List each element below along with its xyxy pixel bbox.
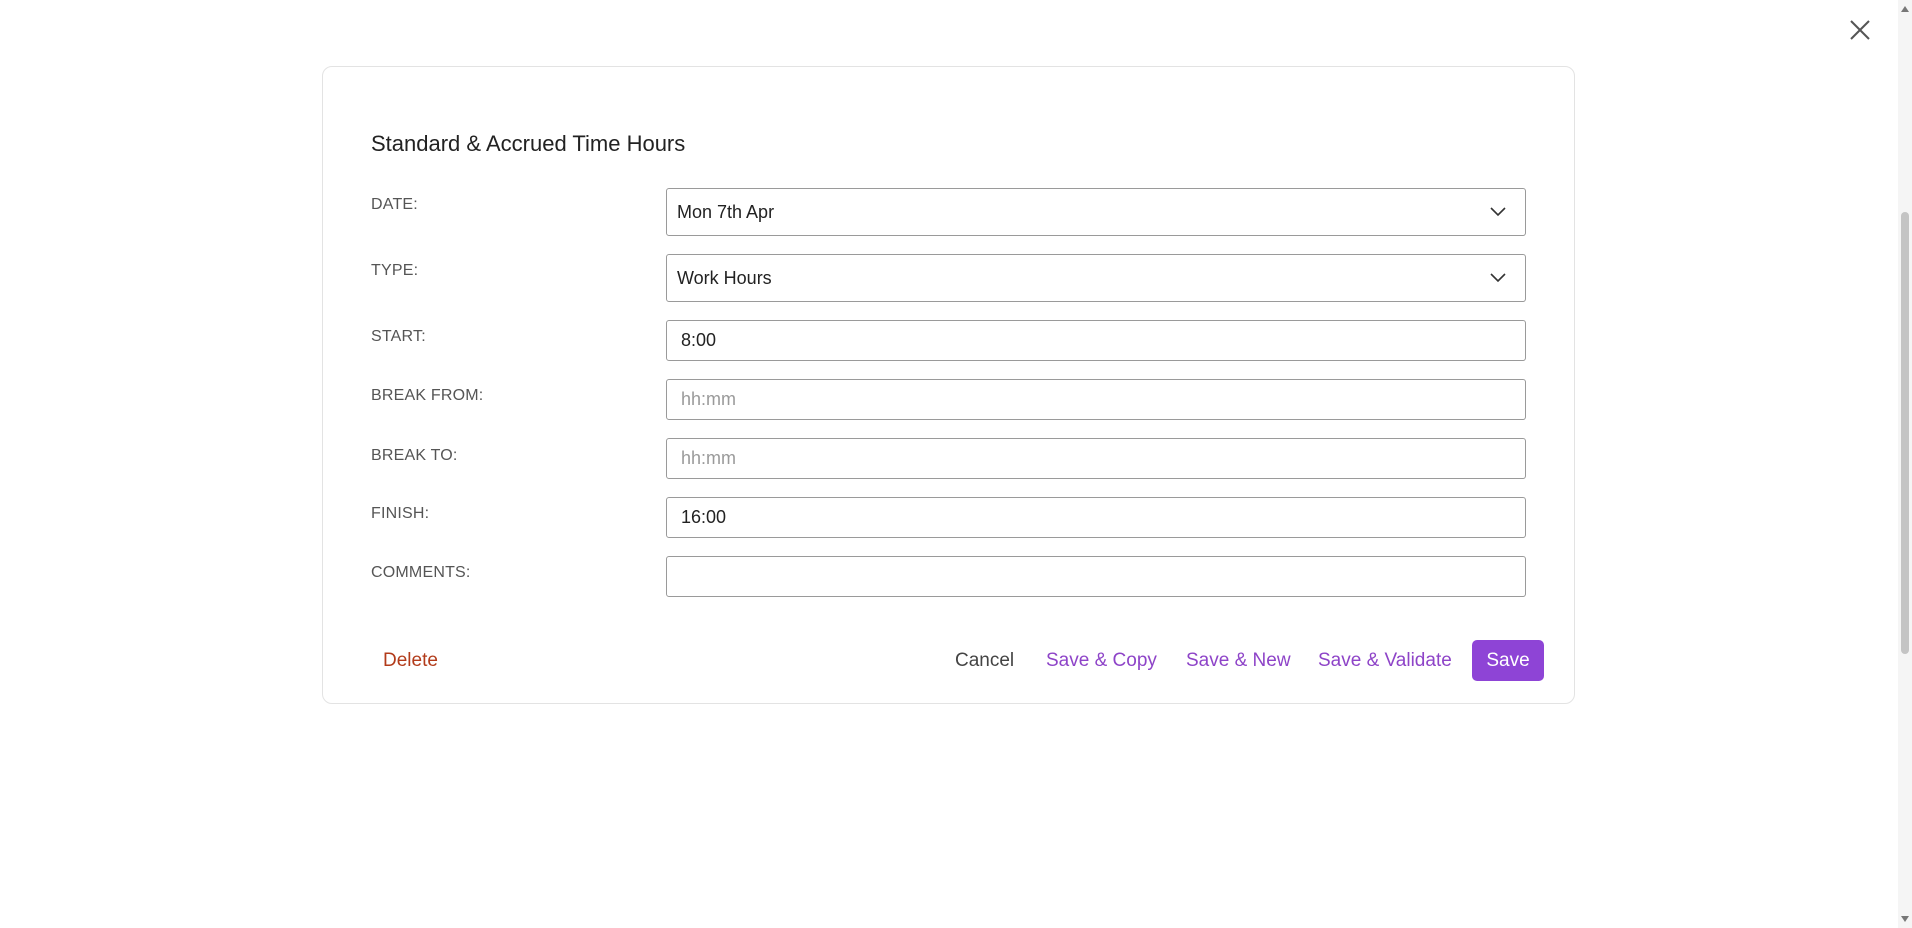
break-from-input[interactable] — [666, 379, 1526, 420]
break-to-input[interactable] — [666, 438, 1526, 479]
comments-input[interactable] — [666, 556, 1526, 597]
type-value: Work Hours — [677, 267, 772, 288]
scroll-up-icon[interactable] — [1900, 4, 1910, 14]
page-scrollbar[interactable] — [1898, 0, 1912, 928]
finish-input[interactable] — [666, 497, 1526, 538]
dialog-footer: Delete Cancel Save & Copy Save & New Sav… — [323, 640, 1574, 682]
scroll-thumb[interactable] — [1901, 212, 1909, 654]
dialog-title: Standard & Accrued Time Hours — [371, 131, 686, 156]
dialog-page: Standard & Accrued Time Hours DATE: Mon … — [0, 0, 1912, 928]
comments-row: COMMENTS: — [371, 556, 1526, 604]
close-icon[interactable] — [1848, 18, 1872, 42]
break-from-row: BREAK FROM: — [371, 379, 1526, 427]
finish-row: FINISH: — [371, 497, 1526, 545]
save-button[interactable]: Save — [1472, 640, 1544, 681]
chevron-down-icon — [1490, 273, 1506, 283]
save-copy-button[interactable]: Save & Copy — [1046, 640, 1157, 682]
start-row: START: — [371, 320, 1526, 368]
break-to-label: BREAK TO: — [371, 447, 458, 464]
start-input[interactable] — [666, 320, 1526, 361]
break-from-label: BREAK FROM: — [371, 387, 484, 404]
delete-button[interactable]: Delete — [383, 640, 438, 682]
type-row: TYPE: Work Hours — [371, 254, 1526, 302]
date-value: Mon 7th Apr — [677, 201, 775, 222]
comments-label: COMMENTS: — [371, 564, 471, 581]
start-label: START: — [371, 328, 426, 345]
save-new-button[interactable]: Save & New — [1186, 640, 1291, 682]
date-label: DATE: — [371, 196, 418, 213]
time-hours-card: Standard & Accrued Time Hours DATE: Mon … — [322, 66, 1575, 704]
type-select[interactable]: Work Hours — [666, 254, 1526, 302]
break-to-row: BREAK TO: — [371, 438, 1526, 486]
type-label: TYPE: — [371, 262, 419, 279]
date-row: DATE: Mon 7th Apr — [371, 188, 1526, 236]
scroll-down-icon[interactable] — [1900, 914, 1910, 924]
date-select[interactable]: Mon 7th Apr — [666, 188, 1526, 236]
finish-label: FINISH: — [371, 505, 430, 522]
cancel-button[interactable]: Cancel — [955, 640, 1014, 682]
chevron-down-icon — [1490, 207, 1506, 217]
save-validate-button[interactable]: Save & Validate — [1318, 640, 1452, 682]
